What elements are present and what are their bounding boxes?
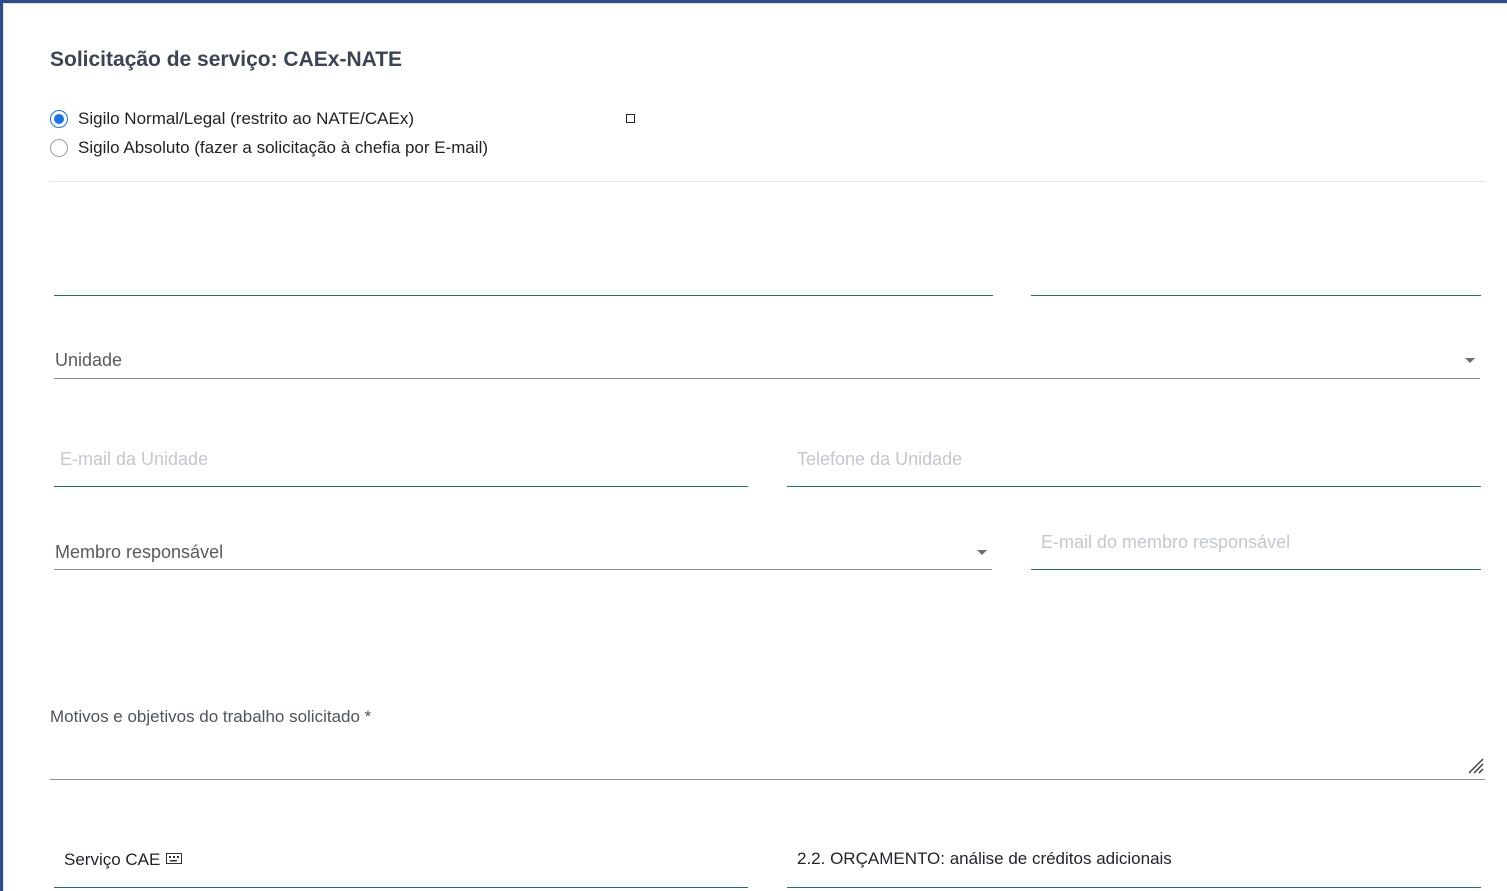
field-underline <box>54 378 1480 379</box>
membro-responsavel-select[interactable]: Membro responsável <box>54 531 992 570</box>
radio-sigilo-normal-label: Sigilo Normal/Legal (restrito ao NATE/CA… <box>78 109 415 128</box>
empty-field-left[interactable] <box>54 255 993 296</box>
field-underline <box>787 886 1481 888</box>
field-underline <box>54 485 748 487</box>
motivos-textarea[interactable]: Motivos e objetivos do trabalho solicita… <box>50 700 1485 780</box>
servico-cae-label: Serviço CAE <box>64 850 161 869</box>
empty-field-right[interactable] <box>1031 255 1481 296</box>
membro-responsavel-label: Membro responsável <box>55 542 224 562</box>
unidade-label: Unidade <box>55 350 123 370</box>
field-underline <box>54 294 993 296</box>
servico-value: 2.2. ORÇAMENTO: análise de créditos adic… <box>797 849 1172 868</box>
page-title: Solicitação de serviço: CAEx-NATE <box>50 48 403 71</box>
field-underline <box>1031 294 1481 296</box>
radio-checked-icon[interactable] <box>50 110 68 128</box>
chevron-down-icon[interactable] <box>1465 358 1475 363</box>
radio-sigilo-absoluto[interactable]: Sigilo Absoluto (fazer a solicitação à c… <box>50 138 488 158</box>
servico-value-field[interactable]: 2.2. ORÇAMENTO: análise de créditos adic… <box>787 840 1481 888</box>
small-square-icon <box>626 114 635 123</box>
email-unidade-placeholder: E-mail da Unidade <box>60 449 209 469</box>
email-membro-placeholder: E-mail do membro responsável <box>1041 532 1291 552</box>
radio-sigilo-absoluto-label: Sigilo Absoluto (fazer a solicitação à c… <box>78 138 489 157</box>
field-underline <box>54 569 992 570</box>
email-membro-field[interactable]: E-mail do membro responsável <box>1031 524 1481 570</box>
resize-handle-icon[interactable] <box>1465 755 1485 775</box>
section-divider <box>50 181 1485 182</box>
servico-cae-field[interactable]: Serviço CAE <box>54 840 748 888</box>
field-underline <box>787 485 1481 487</box>
motivos-label: Motivos e objetivos do trabalho solicita… <box>50 707 372 726</box>
servico-cae-label-wrap: Serviço CAE <box>64 850 183 870</box>
radio-unchecked-icon[interactable] <box>50 139 68 157</box>
radio-sigilo-normal[interactable]: Sigilo Normal/Legal (restrito ao NATE/CA… <box>50 109 414 129</box>
field-underline <box>54 886 748 888</box>
chevron-down-icon[interactable] <box>977 550 987 555</box>
telefone-unidade-placeholder: Telefone da Unidade <box>797 449 963 469</box>
field-underline <box>1031 568 1481 570</box>
field-underline <box>50 779 1485 780</box>
email-unidade-field[interactable]: E-mail da Unidade <box>54 440 748 487</box>
keyboard-icon <box>166 853 183 865</box>
unidade-select[interactable]: Unidade <box>54 340 1480 379</box>
telefone-unidade-field[interactable]: Telefone da Unidade <box>787 440 1481 487</box>
